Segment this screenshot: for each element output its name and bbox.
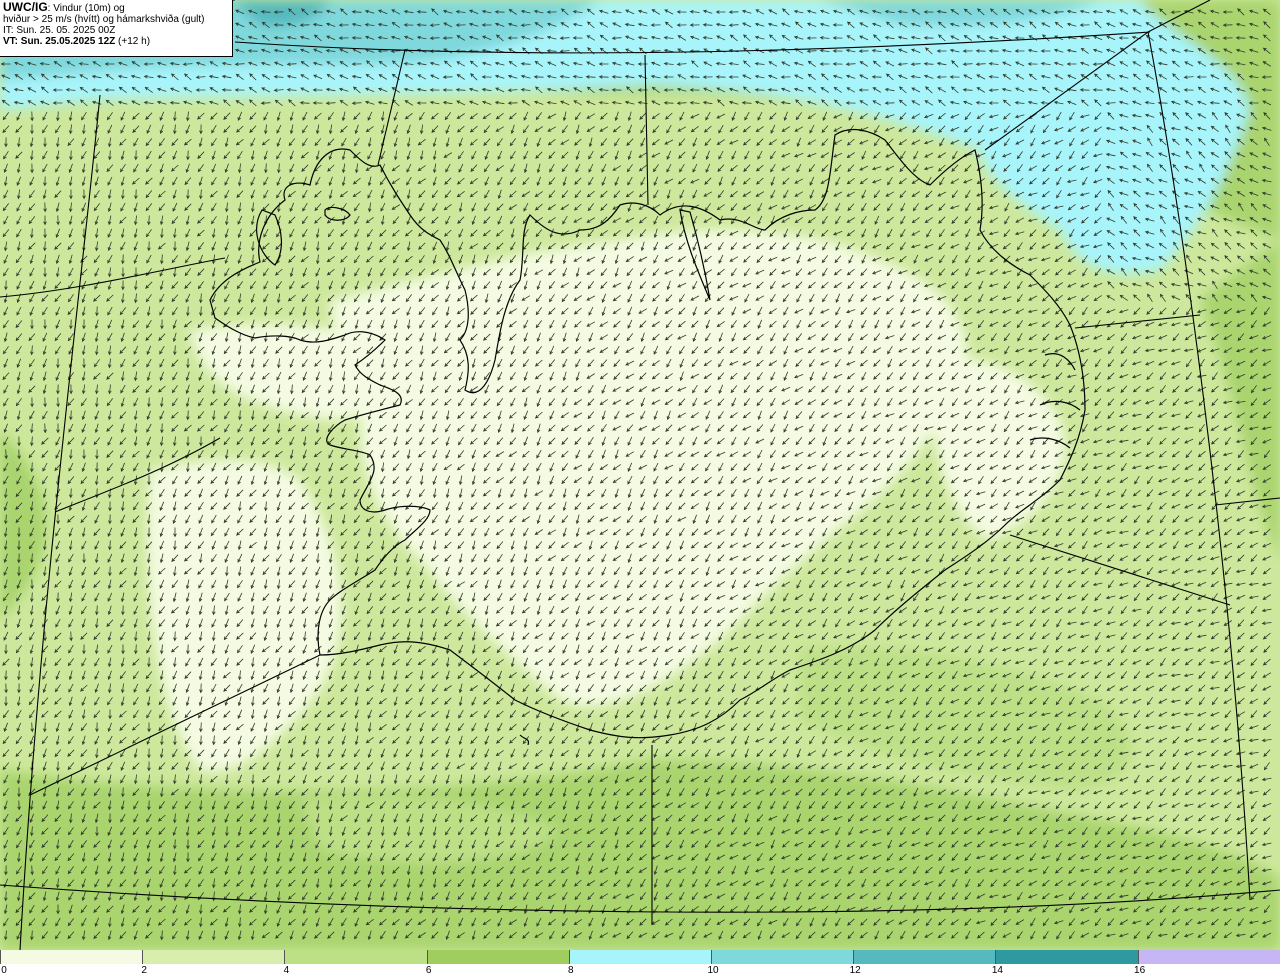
- wind-map: [0, 0, 1280, 950]
